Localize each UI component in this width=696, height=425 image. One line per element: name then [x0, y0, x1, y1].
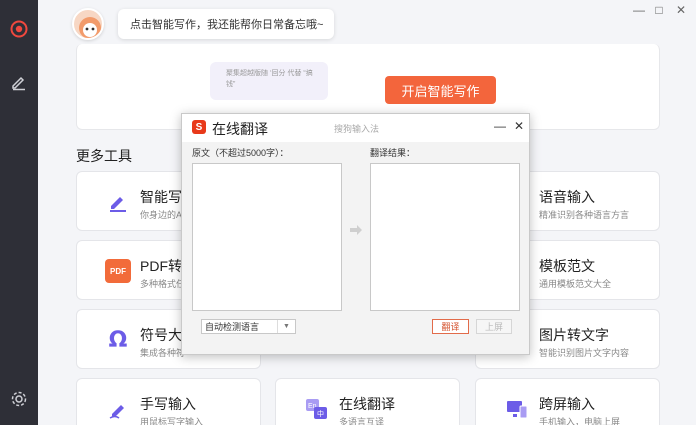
arrow-right-icon — [349, 223, 363, 237]
start-smart-writing-button[interactable]: 开启智能写作 — [385, 76, 496, 104]
chevron-down-icon: ▼ — [277, 320, 295, 333]
target-icon[interactable] — [7, 17, 31, 41]
assistant-avatar[interactable] — [72, 8, 104, 40]
edit-icon[interactable] — [7, 70, 31, 94]
settings-icon[interactable] — [7, 387, 31, 411]
close-button[interactable]: ✕ — [672, 2, 690, 18]
left-sidebar — [0, 0, 38, 425]
translate-icon: En 中 — [304, 397, 330, 421]
source-label: 原文（不超过5000字）： — [192, 148, 289, 158]
dialog-minimize-button[interactable]: — — [493, 118, 507, 134]
language-select-value: 自动检测语言 — [205, 322, 260, 332]
tool-subtitle: 智能识别图片文字内容 — [539, 348, 630, 358]
language-select[interactable]: 自动检测语言 ▼ — [201, 319, 296, 334]
tool-title: 在线翻译 — [339, 396, 395, 412]
tool-subtitle: 手机输入，电脑上屏 — [539, 417, 621, 425]
dialog-header[interactable]: S 在线翻译 搜狗输入法 — ✕ — [182, 114, 529, 142]
tool-subtitle: 精准识别各种语言方言 — [539, 210, 630, 220]
assistant-bubble: 点击智能写作，我还能帮你日常备忘哦~ — [118, 9, 334, 39]
dialog-title: 在线翻译 — [212, 121, 268, 137]
cross-screen-icon — [504, 397, 530, 421]
tool-title: 图片转文字 — [539, 327, 609, 343]
result-label: 翻译结果： — [370, 148, 416, 158]
minimize-button[interactable]: — — [630, 2, 648, 18]
source-textarea[interactable] — [192, 163, 342, 311]
tool-title: 手写输入 — [140, 396, 196, 412]
tool-card-translate[interactable]: En 中 在线翻译 多语言互译 — [275, 378, 460, 425]
tool-title: 模板范文 — [539, 258, 595, 274]
tool-subtitle: 多语言互译 — [339, 417, 385, 425]
tool-subtitle: 集成各种符 — [140, 348, 186, 358]
handwriting-icon — [105, 397, 131, 421]
tool-title: 语音输入 — [539, 189, 595, 205]
tool-title: 跨屏输入 — [539, 396, 595, 412]
tool-subtitle: 用鼠标写字输入 — [140, 417, 204, 425]
dialog-close-button[interactable]: ✕ — [512, 118, 526, 134]
omega-icon: Ω — [108, 327, 128, 353]
pen-icon — [105, 190, 131, 214]
section-title: 更多工具 — [76, 148, 132, 164]
result-textarea[interactable] — [370, 163, 520, 311]
dialog-brand: 搜狗输入法 — [334, 124, 380, 134]
tool-card-cross-screen[interactable]: 跨屏输入 手机输入，电脑上屏 — [475, 378, 660, 425]
tool-subtitle: 你身边的AI — [140, 210, 185, 220]
tool-subtitle: 多种格式任 — [140, 279, 186, 289]
commit-to-screen-button[interactable]: 上屏 — [476, 319, 512, 334]
sogou-logo-icon: S — [192, 120, 206, 134]
tool-card-handwriting[interactable]: 手写输入 用鼠标写字输入 — [76, 378, 261, 425]
maximize-button[interactable]: □ — [650, 2, 668, 18]
translate-button[interactable]: 翻译 — [432, 319, 469, 334]
pdf-icon: PDF — [105, 259, 131, 283]
svg-text:中: 中 — [317, 409, 324, 418]
tool-subtitle: 通用模板范文大全 — [539, 279, 612, 289]
translate-dialog: S 在线翻译 搜狗输入法 — ✕ 原文（不超过5000字）： 翻译结果： 自动检… — [181, 113, 530, 355]
banner-illustration-text: 聚集超越版随 ‘回分 代替 “搞钱” — [226, 70, 313, 88]
